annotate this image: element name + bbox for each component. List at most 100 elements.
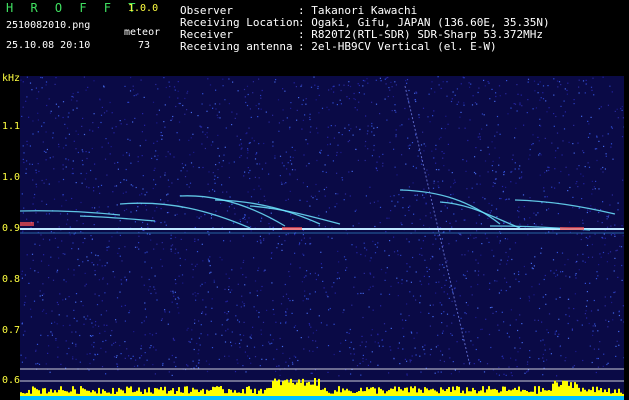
noise-dot (263, 270, 265, 272)
noise-dot (564, 360, 566, 362)
noise-dot (541, 223, 543, 225)
noise-dot (437, 334, 439, 336)
noise-dot (162, 248, 165, 250)
noise-dot (23, 152, 25, 154)
noise-dot (82, 261, 84, 263)
noise-dot (602, 251, 605, 254)
noise-dot (231, 111, 233, 113)
noise-dot (594, 188, 596, 190)
noise-dot (474, 270, 476, 272)
noise-dot (432, 243, 434, 245)
noise-dot (497, 269, 499, 271)
noise-dot (333, 353, 335, 356)
noise-dot (209, 256, 211, 258)
noise-dot (46, 104, 48, 107)
noise-dot (542, 357, 544, 359)
noise-dot (294, 252, 296, 254)
noise-dot (614, 110, 616, 112)
noise-dot (156, 140, 158, 142)
noise-dot (239, 346, 241, 348)
noise-dot (478, 133, 481, 135)
noise-dot (498, 157, 500, 159)
red-echo-1 (20, 222, 34, 226)
noise-dot (488, 241, 490, 243)
noise-dot (406, 360, 408, 362)
noise-dot (588, 166, 591, 168)
timestamp: 25.10.08 20:10 (6, 40, 91, 51)
noise-dot (173, 295, 175, 297)
noise-dot (282, 119, 284, 122)
noise-dot (412, 165, 414, 167)
noise-dot (435, 281, 437, 283)
noise-dot (302, 300, 304, 302)
noise-dot (273, 358, 275, 360)
noise-dot (177, 296, 179, 298)
noise-dot (498, 374, 500, 376)
noise-dot (406, 238, 408, 240)
noise-dot (198, 217, 200, 219)
noise-dot (197, 362, 200, 364)
noise-dot (546, 111, 548, 113)
noise-dot (246, 104, 249, 107)
noise-dot (171, 182, 173, 184)
noise-dot (371, 101, 373, 103)
noise-dot (479, 138, 481, 140)
noise-dot (462, 159, 464, 161)
noise-dot (413, 337, 415, 339)
noise-dot (275, 321, 277, 323)
noise-dot (401, 224, 403, 226)
noise-dot (615, 250, 617, 252)
noise-dot (613, 291, 615, 294)
noise-dot (106, 283, 109, 285)
noise-dot (106, 249, 108, 251)
noise-dot (207, 78, 209, 80)
noise-dot (369, 186, 371, 188)
noise-dot (261, 168, 263, 170)
noise-dot (22, 106, 24, 108)
noise-dot (419, 302, 421, 304)
noise-dot (196, 263, 198, 265)
noise-dot (36, 343, 39, 345)
noise-dot (507, 256, 510, 258)
noise-dot (352, 359, 354, 361)
noise-dot (533, 294, 535, 296)
noise-dot (409, 291, 411, 293)
noise-dot (127, 138, 129, 140)
noise-dot (385, 272, 387, 274)
noise-dot (66, 315, 68, 317)
noise-dot (124, 341, 126, 343)
noise-dot (279, 374, 281, 376)
noise-dot (120, 123, 122, 125)
noise-dot (318, 112, 320, 114)
noise-dot (492, 182, 495, 184)
noise-dot (232, 81, 234, 83)
noise-dot (98, 210, 100, 212)
noise-dot (47, 352, 49, 354)
noise-dot (67, 159, 70, 161)
noise-dot (602, 135, 604, 137)
noise-dot (92, 335, 94, 337)
noise-dot (573, 152, 575, 154)
noise-dot (577, 142, 579, 144)
noise-dot (578, 79, 580, 81)
noise-dot (503, 174, 505, 176)
noise-dot (618, 310, 620, 312)
noise-dot (355, 209, 357, 211)
noise-dot (529, 350, 531, 352)
noise-dot (192, 276, 194, 278)
noise-dot (182, 282, 184, 284)
noise-dot (240, 155, 242, 157)
noise-dot (263, 239, 265, 241)
noise-dot (314, 195, 316, 197)
noise-dot (285, 293, 288, 295)
noise-dot (622, 179, 624, 181)
noise-dot (423, 349, 425, 351)
noise-dot (538, 307, 541, 310)
noise-dot (360, 292, 362, 294)
noise-dot (134, 246, 137, 248)
noise-dot (309, 205, 311, 207)
noise-dot (229, 231, 231, 233)
noise-dot (545, 303, 547, 305)
noise-dot (221, 324, 223, 326)
noise-dot (228, 286, 230, 288)
